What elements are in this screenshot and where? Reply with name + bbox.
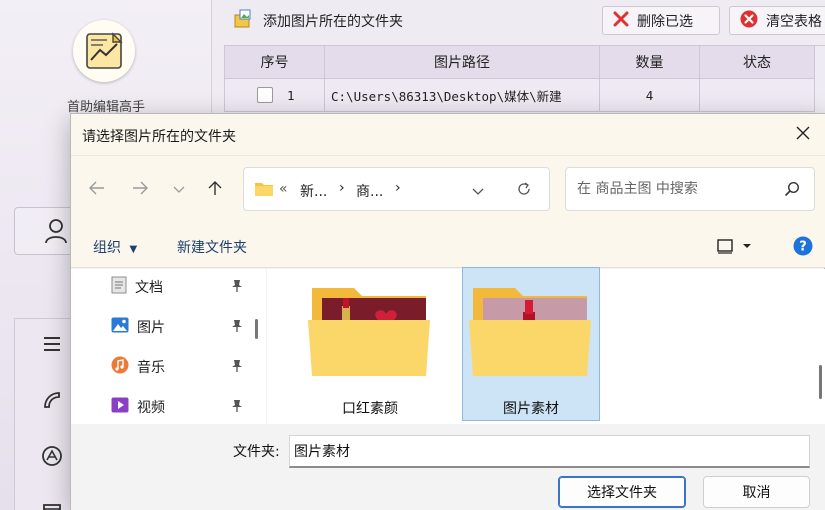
music-icon: [111, 356, 129, 378]
help-icon[interactable]: ?: [793, 236, 813, 260]
dialog-footer: 文件夹: 选择文件夹 取消: [71, 424, 825, 510]
nav-item-label: 图片: [137, 320, 165, 336]
add-folder-icon: [233, 9, 255, 33]
command-bar: 组织 ▼ 新建文件夹 ?: [71, 224, 825, 268]
new-folder-button[interactable]: 新建文件夹: [177, 237, 247, 257]
nav-item-label: 视频: [137, 400, 165, 416]
folder-tile[interactable]: 口红素颜: [301, 267, 439, 421]
dialog-title: 请选择图片所在的文件夹: [82, 129, 236, 145]
recent-locations-button[interactable]: [163, 174, 195, 206]
row-index: 1: [287, 87, 295, 103]
column-header[interactable]: 数量: [600, 46, 700, 79]
caret-down-icon: ▼: [129, 244, 138, 255]
table-header: 序号 图片路径 数量 状态: [225, 46, 825, 79]
file-scrollbar[interactable]: [819, 365, 822, 399]
arrow-left-icon: [89, 181, 105, 199]
folder-icon: [254, 181, 274, 201]
clear-icon: [740, 10, 758, 32]
close-button[interactable]: [780, 114, 825, 156]
folder-name-input[interactable]: [289, 435, 810, 468]
clear-table-label: 清空表格: [766, 13, 822, 30]
arrow-right-icon: [132, 181, 148, 199]
nav-item-music[interactable]: 音乐: [111, 355, 251, 379]
image-table: 序号 图片路径 数量 状态 1 C:\Users\86313\Desktop\媒…: [224, 45, 825, 112]
more-tool-icon[interactable]: [33, 491, 71, 510]
select-folder-button[interactable]: 选择文件夹: [558, 476, 686, 508]
edit-tool-icon[interactable]: [33, 381, 71, 419]
column-header[interactable]: 状态: [700, 46, 815, 79]
address-overflow[interactable]: «: [279, 181, 288, 197]
document-icon: [111, 276, 127, 298]
refresh-icon[interactable]: [516, 181, 532, 201]
pin-icon: [231, 399, 243, 417]
app-toolbar: 添加图片所在的文件夹 删除已选 清空表格: [222, 4, 825, 36]
add-folder-button[interactable]: 添加图片所在的文件夹: [222, 6, 440, 35]
pin-icon: [231, 359, 243, 377]
breadcrumb-chevron-icon: ›: [395, 180, 401, 196]
nav-item-label: 音乐: [137, 360, 165, 376]
dialog-titlebar: 请选择图片所在的文件夹: [71, 114, 825, 156]
pin-icon: [231, 319, 243, 337]
folder-field-label: 文件夹:: [233, 444, 280, 460]
chevron-down-icon: [173, 183, 185, 198]
nav-item-label: 文档: [135, 280, 163, 296]
delete-x-icon: [613, 11, 629, 31]
navigation-pane: 文档 图片 音乐 视频: [71, 269, 266, 424]
row-status: [700, 79, 815, 112]
row-index-cell: 1: [225, 79, 325, 112]
nav-scrollbar[interactable]: [255, 319, 258, 339]
row-checkbox[interactable]: [257, 87, 273, 103]
nav-item-pictures[interactable]: 图片: [111, 315, 251, 339]
row-path: C:\Users\86313\Desktop\媒体\新建: [325, 79, 600, 112]
video-icon: [111, 397, 129, 417]
search-input[interactable]: [577, 181, 777, 197]
folder-picker-dialog: 请选择图片所在的文件夹 « 新... › 商... › 在 商品主图 中搜索 组…: [70, 113, 825, 510]
up-button[interactable]: [199, 174, 231, 206]
nav-item-videos[interactable]: 视频: [111, 395, 251, 419]
folder-tile-selected[interactable]: 图片素材: [462, 267, 600, 421]
close-icon: [796, 126, 810, 144]
menu-list-icon[interactable]: [33, 325, 71, 363]
breadcrumb-chevron-icon: ›: [339, 180, 345, 196]
pictures-icon: [111, 317, 129, 337]
address-dropdown-icon[interactable]: [472, 185, 484, 200]
search-box[interactable]: [565, 167, 815, 211]
breadcrumb-segment[interactable]: 商...: [356, 181, 383, 201]
column-header[interactable]: 序号: [225, 46, 325, 79]
forward-button[interactable]: [124, 174, 156, 206]
table-row[interactable]: 1 C:\Users\86313\Desktop\媒体\新建 4: [225, 79, 825, 112]
folder-name: 图片素材: [503, 401, 559, 417]
delete-selected-button[interactable]: 删除已选: [602, 6, 720, 35]
clear-table-button[interactable]: 清空表格: [729, 6, 825, 35]
folder-name: 口红素颜: [342, 401, 398, 417]
nav-item-documents[interactable]: 文档: [111, 275, 251, 299]
organize-label: 组织: [93, 240, 121, 256]
navigation-bar: « 新... › 商... ›: [71, 156, 825, 224]
search-icon: [784, 181, 800, 201]
row-count: 4: [600, 79, 700, 112]
back-button[interactable]: [81, 174, 113, 206]
arrow-up-icon: [208, 180, 222, 200]
breadcrumb-segment[interactable]: 新...: [300, 181, 327, 201]
cancel-button[interactable]: 取消: [703, 476, 810, 508]
column-header[interactable]: 图片路径: [325, 46, 600, 79]
svg-text:?: ?: [799, 240, 807, 255]
add-folder-label: 添加图片所在的文件夹: [263, 13, 403, 30]
view-options-button[interactable]: [717, 238, 751, 258]
app-logo: [73, 20, 135, 82]
pin-icon: [231, 279, 243, 297]
rename-tool-icon[interactable]: [33, 437, 71, 475]
view-pane-icon: [717, 239, 751, 258]
file-view: 口红素颜 图片素材: [267, 267, 825, 424]
delete-selected-label: 删除已选: [637, 13, 693, 30]
organize-menu[interactable]: 组织 ▼: [93, 237, 137, 257]
address-bar[interactable]: « 新... › 商... ›: [243, 167, 550, 211]
